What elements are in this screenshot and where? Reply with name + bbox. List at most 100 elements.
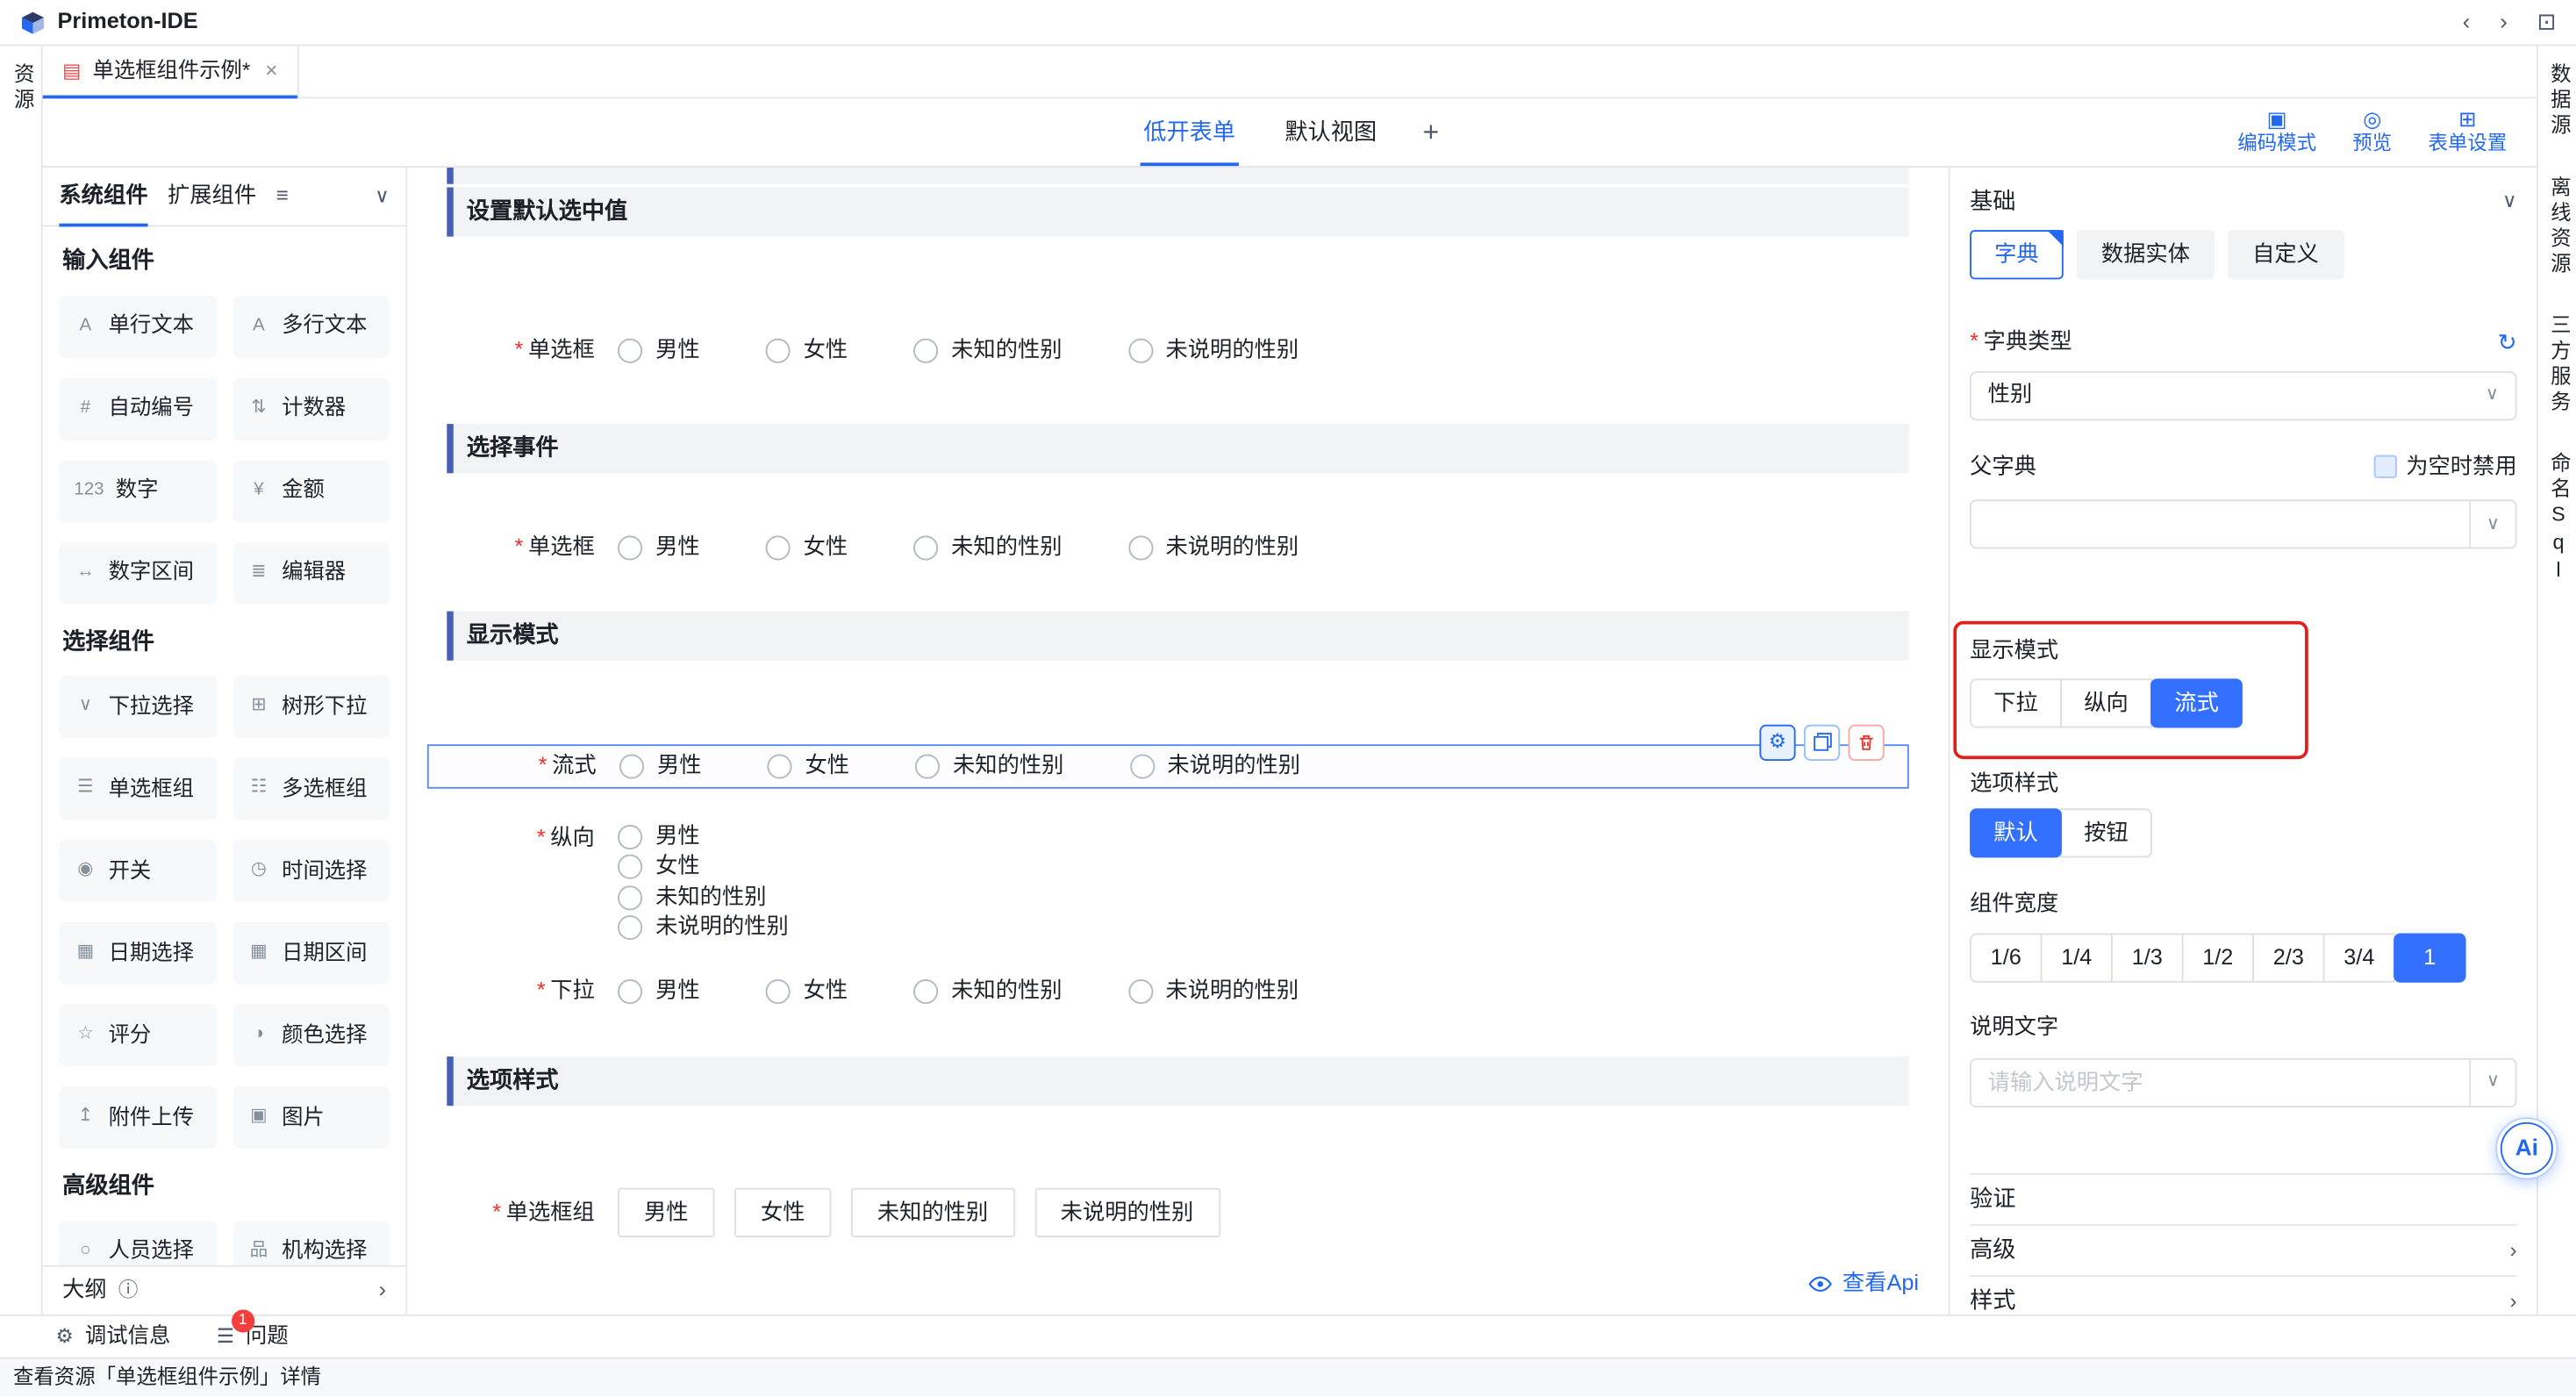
refresh-icon[interactable]: ↻ <box>2498 328 2517 357</box>
display-mode-flow-button[interactable]: 流式 <box>2150 679 2243 728</box>
problems-button[interactable]: ☰ 1 问题 <box>217 1323 289 1350</box>
tab-data-entity[interactable]: 数据实体 <box>2077 230 2215 279</box>
rail-item-resources[interactable]: 资源 <box>8 62 33 1315</box>
form-row-radio-default[interactable]: *单选框 男性 女性 未知的性别 未说明的性别 <box>447 337 1908 365</box>
comp-item-number-range[interactable]: ↔数字区间 <box>59 541 216 604</box>
radio-option-unspecified[interactable]: 未说明的性别 <box>1127 337 1299 365</box>
radio-icon[interactable] <box>618 339 642 363</box>
radio-option-female[interactable]: 女性 <box>766 337 848 365</box>
section-basic-header[interactable]: 基础 ∨ <box>1970 181 2517 222</box>
radio-option-unknown[interactable]: 未知的性别 <box>915 752 1063 780</box>
tab-system-components[interactable]: 系统组件 <box>59 168 147 226</box>
radio-icon[interactable] <box>619 754 644 778</box>
chevron-down-icon[interactable]: ∨ <box>2469 1059 2515 1105</box>
radio-option-unspecified[interactable]: 未说明的性别 <box>1127 978 1299 1006</box>
chevron-down-icon[interactable]: ∨ <box>2502 189 2516 213</box>
radio-icon[interactable] <box>766 535 791 560</box>
radio-icon[interactable] <box>618 855 642 879</box>
width-full-button[interactable]: 1 <box>2394 934 2465 983</box>
section-validation[interactable]: 验证 <box>1970 1173 2517 1224</box>
radio-option-unknown[interactable]: 未知的性别 <box>913 337 1062 365</box>
comp-item-rating[interactable]: ☆评分 <box>59 1004 216 1066</box>
tab-dictionary[interactable]: 字典 <box>1970 230 2064 279</box>
comp-item-single-line-text[interactable]: A单行文本 <box>59 295 216 357</box>
comp-item-image[interactable]: ▣图片 <box>233 1086 390 1149</box>
back-icon[interactable]: ‹ <box>2463 8 2471 37</box>
forward-icon[interactable]: › <box>2500 8 2508 37</box>
parent-dict-select[interactable]: ∨ <box>1970 500 2517 549</box>
rail-item-named-sql[interactable]: 命名Sql <box>2544 451 2570 586</box>
width-1-4-button[interactable]: 1/4 <box>2041 934 2113 983</box>
radio-icon[interactable] <box>618 885 642 910</box>
radio-icon[interactable] <box>618 915 642 940</box>
radio-icon[interactable] <box>1127 979 1152 1004</box>
display-mode-dropdown-button[interactable]: 下拉 <box>1970 679 2062 728</box>
option-button-unspecified[interactable]: 未说明的性别 <box>1034 1188 1220 1237</box>
form-row-dropdown[interactable]: *下拉 男性 女性 未知的性别 未说明的性别 <box>447 978 1908 1006</box>
comp-item-currency[interactable]: ¥金额 <box>233 459 390 521</box>
comp-item-editor[interactable]: ≣编辑器 <box>233 541 390 604</box>
radio-option-male[interactable]: 男性 <box>618 534 700 562</box>
radio-option-unknown[interactable]: 未知的性别 <box>913 978 1062 1006</box>
radio-icon[interactable] <box>766 979 791 1004</box>
expand-outline-icon[interactable]: › <box>379 1277 386 1305</box>
option-style-default-button[interactable]: 默认 <box>1970 808 2062 857</box>
ai-assistant-button[interactable]: Ai <box>2495 1117 2558 1179</box>
comp-item-date-picker[interactable]: ▦日期选择 <box>59 921 216 984</box>
form-settings-button[interactable]: ⊞ 表单设置 <box>2428 109 2507 156</box>
radio-icon[interactable] <box>1129 754 1154 778</box>
radio-icon[interactable] <box>767 754 791 778</box>
radio-option-female[interactable]: 女性 <box>767 752 849 780</box>
parent-dict-value[interactable] <box>1971 502 2469 548</box>
comp-item-auto-number[interactable]: #自动编号 <box>59 377 216 440</box>
comp-item-counter[interactable]: ⇅计数器 <box>233 377 390 440</box>
section-style[interactable]: 样式 › <box>1970 1275 2517 1315</box>
comp-item-user-select[interactable]: ○人员选择 <box>59 1220 216 1264</box>
tab-extension-components[interactable]: 扩展组件 <box>168 168 256 226</box>
width-1-6-button[interactable]: 1/6 <box>1970 934 2042 983</box>
form-canvas[interactable]: 设置默认选中值 *单选框 男性 女性 未知的性别 未说明的性别 选择事件 *单选… <box>407 168 1948 1315</box>
tab-default-view[interactable]: 默认视图 <box>1282 98 1380 166</box>
width-1-3-button[interactable]: 1/3 <box>2111 934 2183 983</box>
form-row-button-style[interactable]: *单选框组 男性 女性 未知的性别 未说明的性别 <box>447 1188 1908 1237</box>
comp-item-dropdown-select[interactable]: ∨下拉选择 <box>59 676 216 738</box>
comp-item-time-picker[interactable]: ◷时间选择 <box>233 840 390 902</box>
view-api-link[interactable]: 查看Api <box>1809 1271 1919 1299</box>
chevron-down-icon[interactable]: ∨ <box>2469 502 2515 548</box>
radio-icon[interactable] <box>913 979 938 1004</box>
radio-icon[interactable] <box>913 339 938 363</box>
disable-when-empty-checkbox[interactable]: 为空时禁用 <box>2373 453 2517 481</box>
form-row-vertical[interactable]: *纵向 男性 女性 未知的性别 未说明的性别 <box>447 822 1908 942</box>
radio-option-unspecified[interactable]: 未说明的性别 <box>1127 534 1299 562</box>
tab-custom[interactable]: 自定义 <box>2228 230 2343 279</box>
add-view-button[interactable]: + <box>1423 115 1440 150</box>
radio-icon[interactable] <box>618 979 642 1004</box>
radio-option-male[interactable]: 男性 <box>618 337 700 365</box>
comp-item-tree-select[interactable]: ⊞树形下拉 <box>233 676 390 738</box>
comp-item-number[interactable]: 123数字 <box>59 459 216 521</box>
form-row-flow-selected[interactable]: ⚙ *流式 男性 女性 未知的性别 未说明的性别 <box>427 744 1909 788</box>
comp-item-date-range[interactable]: ▦日期区间 <box>233 921 390 984</box>
radio-icon[interactable] <box>913 535 938 560</box>
radio-option-male[interactable]: 男性 <box>618 978 700 1006</box>
width-3-4-button[interactable]: 3/4 <box>2323 934 2395 983</box>
comp-item-checkbox-group[interactable]: ☷多选框组 <box>233 757 390 820</box>
preview-button[interactable]: ◎ 预览 <box>2352 109 2392 156</box>
comp-item-multi-line-text[interactable]: A多行文本 <box>233 295 390 357</box>
settings-icon[interactable]: ⚙ <box>1759 724 1795 760</box>
help-text-input[interactable] <box>1971 1059 2469 1105</box>
radio-option-unknown[interactable]: 未知的性别 <box>913 534 1062 562</box>
radio-option-male[interactable]: 男性 <box>618 822 789 850</box>
close-tab-icon[interactable]: × <box>265 58 277 84</box>
radio-option-female[interactable]: 女性 <box>766 978 848 1006</box>
comp-item-org-select[interactable]: 品机构选择 <box>233 1220 390 1264</box>
code-mode-button[interactable]: ▣ 编码模式 <box>2237 109 2316 156</box>
comp-item-file-upload[interactable]: ↥附件上传 <box>59 1086 216 1149</box>
radio-icon[interactable] <box>618 824 642 849</box>
option-button-female[interactable]: 女性 <box>734 1188 831 1237</box>
tab-low-code-form[interactable]: 低开表单 <box>1141 98 1239 166</box>
form-row-radio-event[interactable]: *单选框 男性 女性 未知的性别 未说明的性别 <box>447 534 1908 562</box>
radio-option-unspecified[interactable]: 未说明的性别 <box>1129 752 1300 780</box>
option-button-unknown[interactable]: 未知的性别 <box>851 1188 1014 1237</box>
radio-option-female[interactable]: 女性 <box>618 853 789 881</box>
